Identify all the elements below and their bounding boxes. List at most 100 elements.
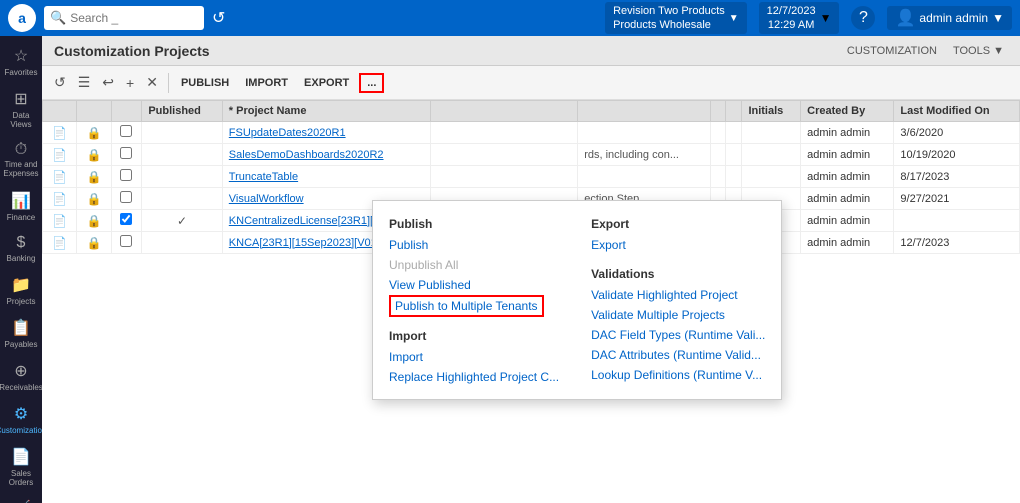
datetime-chevron-icon: ▼ xyxy=(820,11,832,25)
row-checkbox[interactable] xyxy=(111,232,142,254)
col-header-modified[interactable]: Last Modified On xyxy=(894,101,1020,122)
export-section-title: Export xyxy=(591,213,765,235)
sidebar-item-projects[interactable]: 📁 Projects xyxy=(0,269,42,312)
payables-icon: 📋 xyxy=(11,318,31,338)
export-item[interactable]: Export xyxy=(591,235,765,255)
table-row: 📄 🔒 SalesDemoDashboards2020R2 rds, inclu… xyxy=(43,144,1020,166)
more-button[interactable]: ... xyxy=(359,73,384,93)
row-published xyxy=(142,188,222,210)
sidebar-item-data-views[interactable]: ⊞ Data Views xyxy=(0,83,42,135)
row-modified: 10/19/2020 xyxy=(894,144,1020,166)
col-header-created-by[interactable]: Created By xyxy=(801,101,894,122)
row-checkbox[interactable] xyxy=(111,144,142,166)
sidebar-item-favorites[interactable]: ☆ Favorites xyxy=(0,40,42,83)
app-logo[interactable]: a xyxy=(8,4,36,32)
row-col7: rds, including con... xyxy=(578,144,710,166)
lookup-definitions-item[interactable]: Lookup Definitions (Runtime V... xyxy=(591,365,765,385)
projects-icon: 📁 xyxy=(11,275,31,295)
row-initials xyxy=(742,166,801,188)
user-menu[interactable]: 👤 admin admin ▼ xyxy=(887,6,1012,30)
row-col8 xyxy=(710,166,726,188)
view-published-item[interactable]: View Published xyxy=(389,275,559,295)
main-content: Customization Projects CUSTOMIZATION TOO… xyxy=(42,36,1020,503)
dropdown-menu: Publish Publish Unpublish All View Publi… xyxy=(372,200,782,400)
delete-button[interactable]: ✕ xyxy=(142,72,162,93)
row-desc xyxy=(430,166,577,188)
sidebar-item-sales-orders[interactable]: 📄 Sales Orders xyxy=(0,441,42,493)
undo-button[interactable]: ↩ xyxy=(98,72,118,93)
add-button[interactable]: + xyxy=(122,73,138,93)
row-col9 xyxy=(726,122,742,144)
user-label: admin admin xyxy=(919,11,988,25)
topbar-refresh-button[interactable]: ↺ xyxy=(212,8,225,28)
dac-field-types-item[interactable]: DAC Field Types (Runtime Vali... xyxy=(591,325,765,345)
sidebar-item-banking[interactable]: $ Banking xyxy=(0,228,42,269)
col-header-published[interactable]: Published xyxy=(142,101,222,122)
col-header-desc[interactable] xyxy=(430,101,577,122)
row-published xyxy=(142,166,222,188)
row-created-by: admin admin xyxy=(801,122,894,144)
import-item[interactable]: Import xyxy=(389,347,559,367)
user-icon: 👤 xyxy=(895,8,915,28)
replace-project-item[interactable]: Replace Highlighted Project C... xyxy=(389,367,559,387)
col-header-initials[interactable]: Initials xyxy=(742,101,801,122)
row-created-by: admin admin xyxy=(801,188,894,210)
row-icon1: 📄 xyxy=(43,210,77,232)
table-row: 📄 🔒 FSUpdateDates2020R1 admin admin 3/6/… xyxy=(43,122,1020,144)
col-header-col9 xyxy=(726,101,742,122)
sidebar-item-receivables[interactable]: ⊕ Receivables xyxy=(0,355,42,398)
favorites-icon: ☆ xyxy=(14,46,28,66)
company-selector[interactable]: Revision Two Products Products Wholesale… xyxy=(605,2,747,35)
export-button[interactable]: EXPORT xyxy=(298,75,355,91)
unpublish-all-item[interactable]: Unpublish All xyxy=(389,255,559,275)
sidebar-item-finance[interactable]: 📊 Finance xyxy=(0,185,42,228)
validate-highlighted-item[interactable]: Validate Highlighted Project xyxy=(591,285,765,305)
customization-button[interactable]: CUSTOMIZATION xyxy=(843,43,941,59)
data-views-icon: ⊞ xyxy=(14,89,27,109)
row-icon1: 📄 xyxy=(43,232,77,254)
import-button[interactable]: IMPORT xyxy=(239,75,294,91)
publish-multiple-tenants-item[interactable]: Publish to Multiple Tenants xyxy=(389,295,544,317)
row-col8 xyxy=(710,122,726,144)
row-icon1: 📄 xyxy=(43,188,77,210)
row-desc xyxy=(430,144,577,166)
column-chooser-button[interactable]: ☰ xyxy=(74,72,95,93)
import-section-title: Import xyxy=(389,325,559,347)
row-project-name[interactable]: FSUpdateDates2020R1 xyxy=(222,122,430,144)
row-checkbox[interactable] xyxy=(111,166,142,188)
purchases-icon: 🛒 xyxy=(11,499,31,503)
row-checkbox[interactable] xyxy=(111,188,142,210)
customization-icon: ⚙ xyxy=(14,404,28,424)
row-modified: 12/7/2023 xyxy=(894,232,1020,254)
publish-item[interactable]: Publish xyxy=(389,235,559,255)
help-button[interactable]: ? xyxy=(851,6,875,30)
row-created-by: admin admin xyxy=(801,166,894,188)
company-chevron-icon: ▼ xyxy=(729,13,739,24)
sidebar-item-purchases[interactable]: 🛒 Purchases xyxy=(0,493,42,503)
row-icon1: 📄 xyxy=(43,122,77,144)
publish-button[interactable]: PUBLISH xyxy=(175,75,235,91)
banking-icon: $ xyxy=(17,234,26,252)
sidebar: ☆ Favorites ⊞ Data Views ⏱ Time andExpen… xyxy=(0,36,42,503)
company-text: Revision Two Products Products Wholesale xyxy=(613,4,725,33)
sidebar-item-time-expenses[interactable]: ⏱ Time andExpenses xyxy=(0,135,42,185)
row-checkbox[interactable] xyxy=(111,122,142,144)
col-header-col7 xyxy=(578,101,710,122)
sidebar-item-payables[interactable]: 📋 Payables xyxy=(0,312,42,355)
table-wrap: Published * Project Name Initials Create… xyxy=(42,100,1020,503)
search-input[interactable] xyxy=(70,11,198,25)
sidebar-label-data-views: Data Views xyxy=(2,111,40,129)
row-created-by: admin admin xyxy=(801,144,894,166)
row-checkbox[interactable] xyxy=(111,210,142,232)
datetime-selector[interactable]: 12/7/2023 12:29 AM ▼ xyxy=(759,2,840,35)
col-header-project-name[interactable]: * Project Name xyxy=(222,101,430,122)
row-modified: 9/27/2021 xyxy=(894,188,1020,210)
sidebar-item-customization[interactable]: ⚙ Customization xyxy=(0,398,42,441)
row-project-name[interactable]: TruncateTable xyxy=(222,166,430,188)
receivables-icon: ⊕ xyxy=(14,361,27,381)
dac-attributes-item[interactable]: DAC Attributes (Runtime Valid... xyxy=(591,345,765,365)
tools-button[interactable]: TOOLS ▼ xyxy=(949,43,1008,59)
refresh-button[interactable]: ↺ xyxy=(50,72,70,93)
row-project-name[interactable]: SalesDemoDashboards2020R2 xyxy=(222,144,430,166)
validate-multiple-item[interactable]: Validate Multiple Projects xyxy=(591,305,765,325)
